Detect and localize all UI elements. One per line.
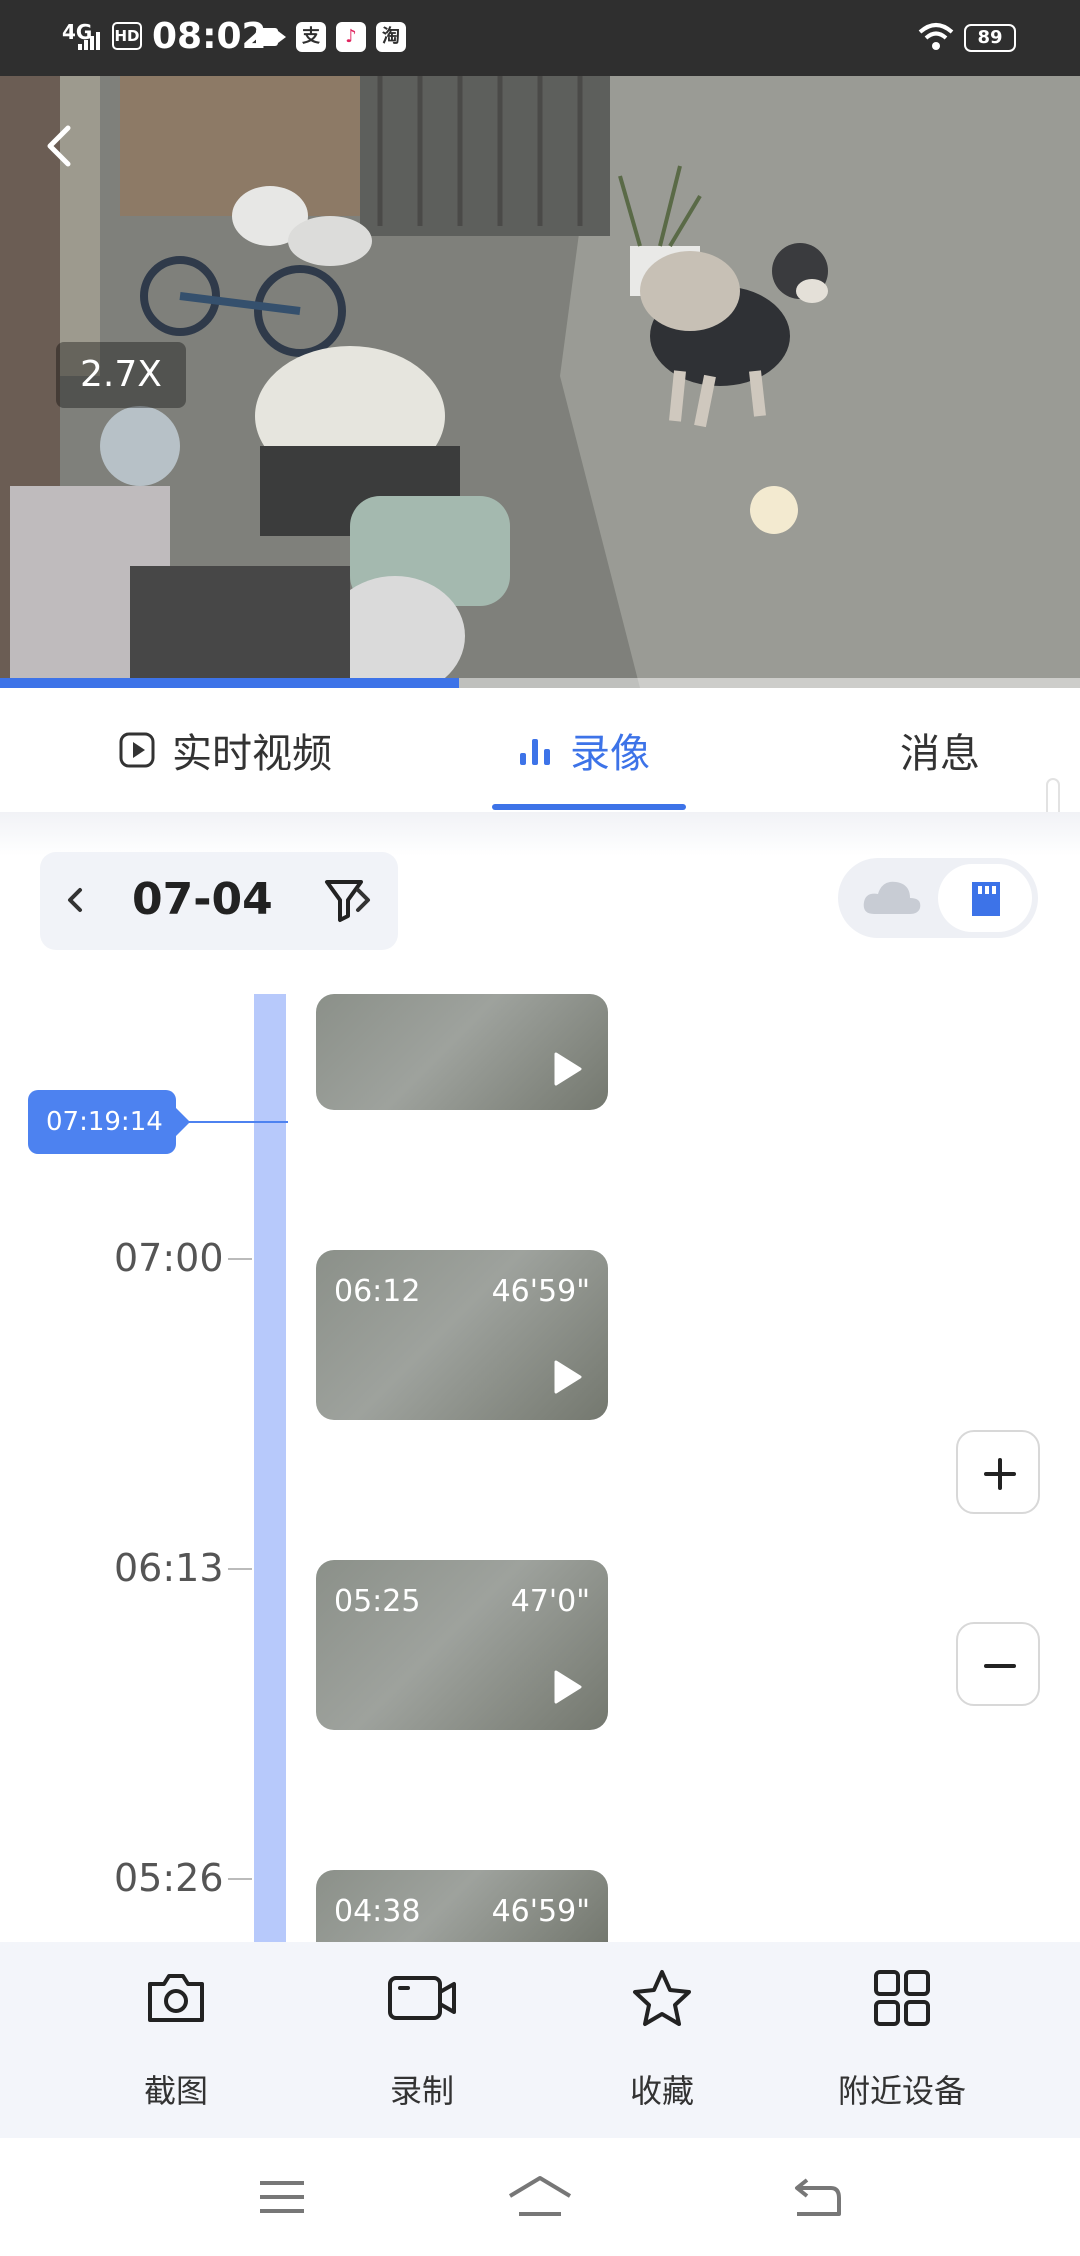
system-nav-bar <box>0 2138 1080 2256</box>
nearby-devices-label: 附近设备 <box>837 2072 966 2110</box>
camera-icon <box>148 1974 204 2022</box>
tab-recordings-label: 录像 <box>570 731 650 777</box>
clip-duration: 46'59" <box>491 1894 590 1929</box>
tab-live-video-label: 实时视频 <box>172 731 332 777</box>
playback-progress-fill <box>0 678 459 688</box>
clip-duration: 47'0" <box>510 1584 590 1619</box>
recording-clip[interactable] <box>316 994 608 1110</box>
camera-status-icon <box>256 28 286 46</box>
top-fade <box>0 812 1080 856</box>
home-button[interactable] <box>460 2138 620 2256</box>
bar-chart-icon <box>520 739 550 765</box>
menu-icon <box>260 2181 304 2213</box>
storage-source-toggle[interactable] <box>838 858 1038 938</box>
menu-button[interactable] <box>202 2138 362 2256</box>
cloud-icon[interactable] <box>860 874 924 922</box>
clip-start-time: 06:12 <box>334 1274 421 1309</box>
current-time-line <box>176 1121 288 1123</box>
next-date-icon[interactable] <box>344 882 380 918</box>
back-button[interactable] <box>738 2138 898 2256</box>
tiktok-icon: ♪ <box>336 22 366 52</box>
play-icon <box>554 1670 582 1704</box>
play-icon <box>554 1052 582 1086</box>
date-selector: 07-04 <box>40 852 398 950</box>
zoom-out-button[interactable] <box>956 1622 1040 1706</box>
hd-badge: HD <box>112 22 142 50</box>
minus-icon <box>984 1664 1016 1668</box>
tab-messages[interactable]: 消息 <box>900 688 980 812</box>
status-time: 08:02 <box>152 16 267 57</box>
tab-recordings[interactable]: 录像 <box>516 688 650 812</box>
zoom-level-badge: 2.7X <box>56 342 186 408</box>
favorite-button[interactable]: 收藏 <box>542 1942 782 2138</box>
timeline-tick <box>228 1258 252 1260</box>
zoom-in-button[interactable] <box>956 1430 1040 1514</box>
grid-icon <box>874 1970 930 2026</box>
playback-progress-bar[interactable] <box>0 678 1080 688</box>
tab-bar: 实时视频 录像 消息 <box>0 688 1080 812</box>
favorite-label: 收藏 <box>629 2072 694 2110</box>
timeline-label: 07:00 <box>114 1236 224 1280</box>
signal-icon <box>78 30 104 50</box>
wifi-icon <box>918 23 954 50</box>
taobao-icon: 淘 <box>376 22 406 52</box>
timeline-label: 05:26 <box>114 1856 224 1900</box>
active-tab-indicator <box>492 804 686 810</box>
screenshot-button[interactable]: 截图 <box>56 1942 296 2138</box>
action-bar: 截图 录制 收藏 附近设备 <box>0 1942 1080 2138</box>
back-icon[interactable] <box>36 116 86 176</box>
timeline-tick <box>228 1878 252 1880</box>
battery-indicator: 89 <box>964 24 1016 52</box>
clip-start-time: 04:38 <box>334 1894 421 1929</box>
video-record-icon <box>388 1976 456 2020</box>
sd-card-icon <box>972 882 1000 916</box>
record-label: 录制 <box>389 2072 454 2110</box>
recording-clip[interactable]: 04:38 46'59" <box>316 1870 608 1942</box>
recording-clip[interactable]: 06:12 46'59" <box>316 1250 608 1420</box>
timeline-tick <box>228 1568 252 1570</box>
sd-card-option[interactable] <box>938 864 1032 932</box>
timeline-label: 06:13 <box>114 1546 224 1590</box>
timeline-track[interactable] <box>254 994 286 1954</box>
record-button[interactable]: 录制 <box>302 1942 542 2138</box>
home-icon <box>508 2176 572 2216</box>
selected-date[interactable]: 07-04 <box>132 874 273 925</box>
recordings-panel: 07-04 06:12 46'59" 05:25 47'0" 04:38 46'… <box>0 812 1080 1954</box>
recording-clip[interactable]: 05:25 47'0" <box>316 1560 608 1730</box>
tab-live-video[interactable]: 实时视频 <box>118 688 332 812</box>
play-icon <box>119 732 155 768</box>
play-icon <box>554 1360 582 1394</box>
screenshot-label: 截图 <box>143 2072 208 2110</box>
clip-start-time: 05:25 <box>334 1584 421 1619</box>
plus-icon <box>984 1458 1016 1490</box>
alipay-icon: 支 <box>296 22 326 52</box>
clip-duration: 46'59" <box>491 1274 590 1309</box>
live-video-player[interactable]: 2.7X <box>0 76 1080 688</box>
current-time-marker: 07:19:14 <box>28 1090 190 1154</box>
prev-date-icon[interactable] <box>58 882 94 918</box>
star-icon <box>633 1970 691 2026</box>
nearby-devices-button[interactable]: 附近设备 <box>782 1942 1022 2138</box>
tab-messages-label: 消息 <box>900 731 980 777</box>
back-nav-icon <box>795 2178 841 2216</box>
status-bar: 4G HD 08:02 支 ♪ 淘 89 <box>0 0 1080 76</box>
